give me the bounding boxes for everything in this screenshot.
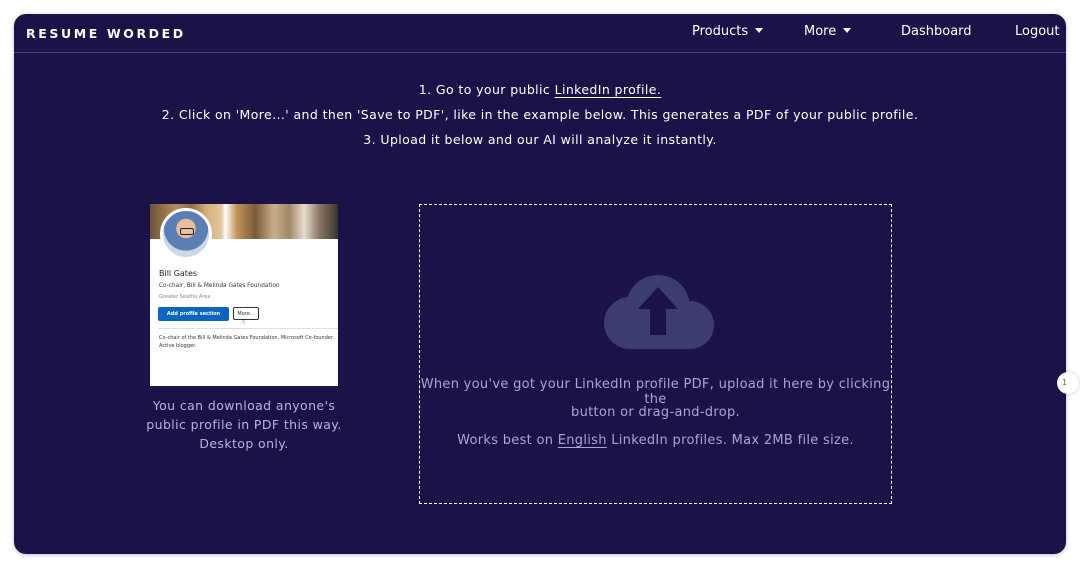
linkedin-profile-link[interactable]: LinkedIn profile. — [555, 82, 662, 97]
glasses-icon — [180, 228, 194, 235]
caption-line-2: public profile in PDF this way. — [146, 417, 342, 432]
add-profile-section-button: Add profile section — [158, 307, 229, 321]
side-widget-tab[interactable]: 1 — [1057, 372, 1079, 394]
cloud-upload-icon — [604, 275, 714, 349]
instruction-step-1: 1. Go to your public LinkedIn profile. — [14, 82, 1066, 97]
nav-logout[interactable]: Logout — [1015, 24, 1060, 39]
instruction-step-2: 2. Click on 'More...' and then 'Save to … — [161, 107, 919, 122]
dropzone-line-2: button or drag-and-drop. — [571, 405, 740, 420]
caret-down-icon — [843, 28, 852, 33]
more-button: More... — [233, 307, 259, 320]
nav-more-label: More — [804, 24, 837, 39]
nav-more[interactable]: More — [804, 24, 852, 39]
caption-line-3: Desktop only. — [199, 436, 289, 451]
profile-summary: Co-chair of the Bill & Melinda Gates Fou… — [159, 334, 338, 350]
step-1-text: 1. Go to your public — [418, 82, 555, 97]
card-divider — [158, 328, 338, 329]
nav-products[interactable]: Products — [692, 24, 764, 39]
dropzone-line-3: Works best on English LinkedIn profiles.… — [420, 433, 891, 448]
app-frame: RESUME WORDED Products More Dashboard Lo… — [14, 14, 1066, 554]
example-profile-card: Bill Gates Co-chair, Bill & Melinda Gate… — [150, 204, 338, 386]
instruction-step-3: 3. Upload it below and our AI will analy… — [363, 132, 717, 147]
dropzone-line-1: When you've got your LinkedIn profile PD… — [420, 377, 891, 407]
caption-line-1: You can download anyone's — [152, 398, 336, 413]
dropzone-line-3-prefix: Works best on — [457, 433, 558, 448]
avatar — [160, 208, 212, 260]
profile-name: Bill Gates — [159, 269, 198, 278]
logo[interactable]: RESUME WORDED — [26, 26, 186, 41]
dropzone-line-3-suffix: LinkedIn profiles. Max 2MB file size. — [606, 433, 854, 448]
english-link[interactable]: English — [558, 433, 607, 448]
nav-dashboard[interactable]: Dashboard — [901, 24, 972, 39]
nav-products-label: Products — [692, 24, 749, 39]
summary-line-1: Co-chair of the Bill & Melinda Gates Fou… — [159, 335, 335, 341]
summary-line-2: Active blogger. — [159, 343, 197, 349]
profile-location: Greater Seattle Area — [159, 294, 211, 300]
caret-down-icon — [755, 28, 764, 33]
navbar: RESUME WORDED Products More Dashboard Lo… — [14, 14, 1066, 53]
example-caption: You can download anyone's public profile… — [138, 396, 350, 453]
upload-dropzone[interactable]: When you've got your LinkedIn profile PD… — [419, 204, 892, 504]
profile-title: Co-chair, Bill & Melinda Gates Foundatio… — [159, 283, 280, 289]
hand-cursor-icon: ☝ — [241, 318, 246, 326]
